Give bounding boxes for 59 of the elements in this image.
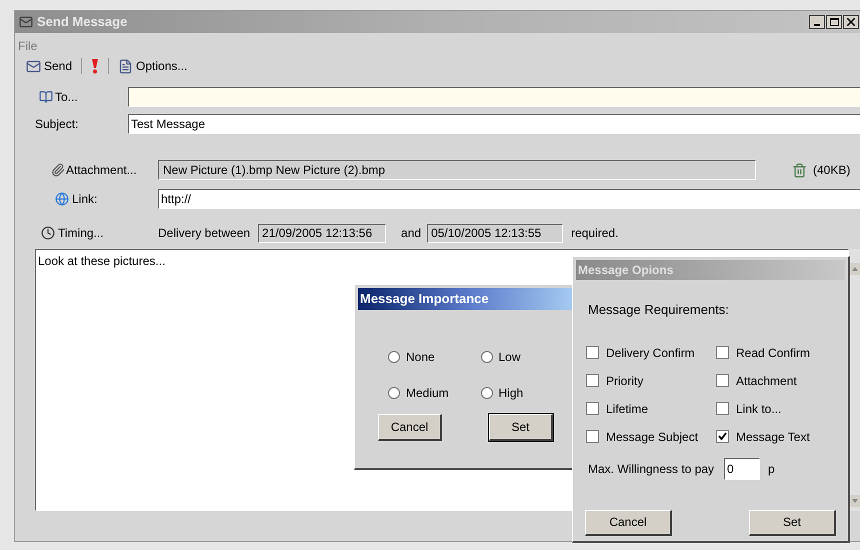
dialog-button[interactable]: Set xyxy=(749,510,836,536)
dialog-button[interactable]: Cancel xyxy=(585,510,672,536)
link-label: Link: xyxy=(72,191,98,208)
requirement-checkbox[interactable]: Message Subject xyxy=(586,428,716,446)
trash-icon[interactable] xyxy=(792,162,807,178)
document-icon xyxy=(118,58,134,74)
exclamation-icon xyxy=(91,58,100,74)
delivery-label: Delivery between xyxy=(158,225,250,242)
envelope-icon xyxy=(19,15,33,29)
attachment-field: New Picture (1).bmp New Picture (2).bmp xyxy=(158,160,756,180)
window-title: Send Message xyxy=(37,13,128,32)
dialog-button[interactable]: Set xyxy=(489,414,553,441)
importance-radio[interactable]: High xyxy=(480,384,573,402)
scroll-down-icon[interactable] xyxy=(849,495,860,507)
currency-unit: p xyxy=(768,460,775,478)
requirement-checkbox[interactable]: Priority xyxy=(586,372,716,390)
requirement-checkbox[interactable]: Read Confirm xyxy=(716,344,845,362)
subject-label: Subject: xyxy=(34,116,80,133)
to-field[interactable] xyxy=(128,87,860,107)
clock-icon xyxy=(41,226,55,240)
attachment-button[interactable]: Attachment... xyxy=(15,161,158,179)
importance-radio[interactable]: None xyxy=(388,348,480,366)
delivery-start-field[interactable]: 21/09/2005 12:13:56 xyxy=(258,224,386,242)
globe-icon xyxy=(55,192,69,206)
delivery-end-field[interactable]: 05/10/2005 12:13:55 xyxy=(427,224,564,242)
requirement-checkbox[interactable]: Delivery Confirm xyxy=(586,344,716,362)
toolbar-button[interactable]: Send xyxy=(25,56,74,76)
willingness-field[interactable]: 0 xyxy=(724,458,760,480)
minimize-icon xyxy=(814,24,820,26)
requirement-checkbox[interactable]: Lifetime xyxy=(586,400,716,418)
importance-radio[interactable]: Medium xyxy=(388,384,480,402)
importance-radio[interactable]: Low xyxy=(480,348,573,366)
minimize-button[interactable] xyxy=(809,15,825,29)
and-label: and xyxy=(401,225,422,242)
requirement-checkbox[interactable]: Message Text xyxy=(716,428,845,446)
dialog-button[interactable]: Cancel xyxy=(378,414,442,441)
required-label: required. xyxy=(571,225,618,242)
close-icon xyxy=(847,18,855,26)
toolbar-button[interactable]: Options... xyxy=(117,56,188,76)
attachment-size: (40KB) xyxy=(813,162,850,179)
scroll-up-icon[interactable] xyxy=(849,263,860,275)
subject-field[interactable]: Test Message xyxy=(128,114,860,134)
requirement-checkbox[interactable]: Attachment xyxy=(716,372,845,390)
envelope-icon xyxy=(26,58,41,74)
paperclip-icon xyxy=(51,163,65,177)
requirements-heading: Message Requirements: xyxy=(588,301,730,319)
address-book-icon xyxy=(39,90,53,104)
maximize-button[interactable] xyxy=(826,15,842,29)
dialog-title: Message Importance xyxy=(360,290,489,308)
importance-button[interactable] xyxy=(90,56,100,76)
maximize-icon xyxy=(830,18,838,26)
close-button[interactable] xyxy=(843,15,859,29)
link-field[interactable]: http:// xyxy=(158,189,860,209)
timing-button[interactable]: Timing... xyxy=(15,224,158,242)
scrollbar[interactable] xyxy=(849,249,860,511)
to-button[interactable]: To... xyxy=(15,88,128,106)
willingness-label: Max. Willingness to pay xyxy=(588,460,714,478)
dialog-title: Message Opions xyxy=(578,262,674,279)
requirement-checkbox[interactable]: Link to... xyxy=(716,400,845,418)
